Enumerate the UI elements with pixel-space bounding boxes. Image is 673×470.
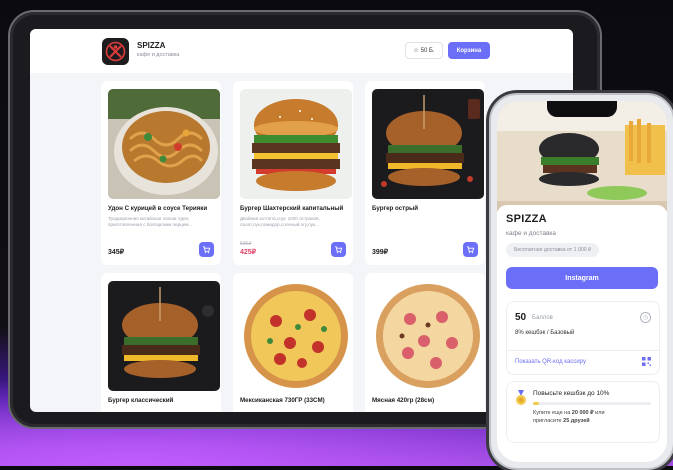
upgrade-text: Купите еще на <box>533 410 572 416</box>
upgrade-amount: 20 000 ₽ <box>571 410 594 416</box>
noodle-bowl-image <box>108 89 220 199</box>
add-to-cart-button[interactable] <box>331 242 346 257</box>
add-to-cart-button[interactable] <box>199 242 214 257</box>
product-card[interactable]: Мясная 420гр (28см) <box>365 273 485 412</box>
burger-classic-image <box>108 281 220 391</box>
medal-icon <box>516 390 526 405</box>
upgrade-condition-line2: пригласите 25 друзей <box>533 418 590 424</box>
instagram-button[interactable]: Instagram <box>506 267 658 289</box>
cart-icon <box>334 246 343 254</box>
cashback-level: 8% кешбэк / Базовый <box>515 330 575 336</box>
pizza-mexican-image <box>240 281 352 391</box>
phone-info-card: SPIZZA кафе и доставка Бесплатная достав… <box>497 205 667 462</box>
points-label: 50 Б. <box>420 47 435 54</box>
qr-code-icon[interactable] <box>642 357 651 366</box>
product-title: Мексиканская 730ГР (33СМ) <box>240 397 325 404</box>
product-title: Удон С курицей в соусе Терияки <box>108 205 208 212</box>
upgrade-progress-fill <box>533 402 539 405</box>
star-icon: ☆ <box>413 48 419 54</box>
product-title: Бургер классический <box>108 397 174 404</box>
product-price: 399₽ <box>372 249 389 256</box>
cart-button[interactable]: Корзина <box>448 42 490 59</box>
product-title: Мясная 420гр (28см) <box>372 397 435 404</box>
phone-brand-tagline: кафе и доставка <box>506 230 557 237</box>
product-title: Бургер острый <box>372 205 419 212</box>
pizza-meat-image <box>372 281 484 391</box>
burger-spicy-image <box>372 89 484 199</box>
show-qr-link[interactable]: Показать QR-код кассиру <box>515 359 586 365</box>
phone-device: SPIZZA кафе и доставка Бесплатная достав… <box>489 93 673 470</box>
phone-brand-name: SPIZZA <box>506 213 547 225</box>
product-card[interactable]: Бургер Шахтерский капитальный Двойная ко… <box>233 81 353 265</box>
free-delivery-badge: Бесплатная доставка от 1 000 ₽ <box>506 243 600 257</box>
brand-tagline: кафе и доставка <box>137 52 180 58</box>
product-card[interactable]: Бургер классический <box>101 273 221 412</box>
upgrade-condition-line1: Купите еще на 20 000 ₽ или <box>533 410 605 416</box>
product-title: Бургер Шахтерский капитальный <box>240 205 344 212</box>
add-to-cart-button[interactable] <box>463 242 478 257</box>
phone-screen: SPIZZA кафе и доставка Бесплатная достав… <box>497 101 667 462</box>
cashback-upgrade-card: Повысьте кешбэк до 10% Купите еще на 20 … <box>506 381 660 443</box>
brand-logo-icon[interactable] <box>102 38 129 65</box>
upgrade-progress-bar <box>533 402 651 405</box>
product-old-price: 505₽ <box>240 241 252 247</box>
brand-name: SPIZZA <box>137 41 166 50</box>
bonus-points: 50 <box>515 312 527 323</box>
product-price: 345₽ <box>108 249 125 256</box>
product-description: Двойная котлета,соус 1000 островов, сала… <box>240 216 320 227</box>
points-button[interactable]: ☆ 50 Б. <box>405 42 443 59</box>
cart-icon <box>466 246 475 254</box>
phone-notch <box>547 101 617 117</box>
product-card[interactable]: Мексиканская 730ГР (33СМ) <box>233 273 353 412</box>
clock-icon[interactable]: ◷ <box>640 312 651 323</box>
product-description: Традиционная китайская лапша Удон, приго… <box>108 216 193 227</box>
bonus-card: 50 Баллов ◷ 8% кешбэк / Базовый Показать… <box>506 301 660 375</box>
burger-double-image <box>240 89 352 199</box>
app-header: SPIZZA кафе и доставка ☆ 50 Б. Корзина <box>30 29 573 73</box>
upgrade-friends: 25 друзей <box>563 418 590 424</box>
product-card[interactable]: Бургер острый 399₽ <box>365 81 485 265</box>
upgrade-title: Повысьте кешбэк до 10% <box>533 390 610 397</box>
upgrade-text: или <box>593 410 605 416</box>
cart-icon <box>202 246 211 254</box>
product-price: 425₽ <box>240 249 257 256</box>
burger-hero-image <box>497 101 667 211</box>
product-card[interactable]: Удон С курицей в соусе Терияки Традицион… <box>101 81 221 265</box>
divider <box>507 350 659 351</box>
bonus-points-unit: Баллов <box>532 315 553 321</box>
upgrade-text: пригласите <box>533 418 564 424</box>
